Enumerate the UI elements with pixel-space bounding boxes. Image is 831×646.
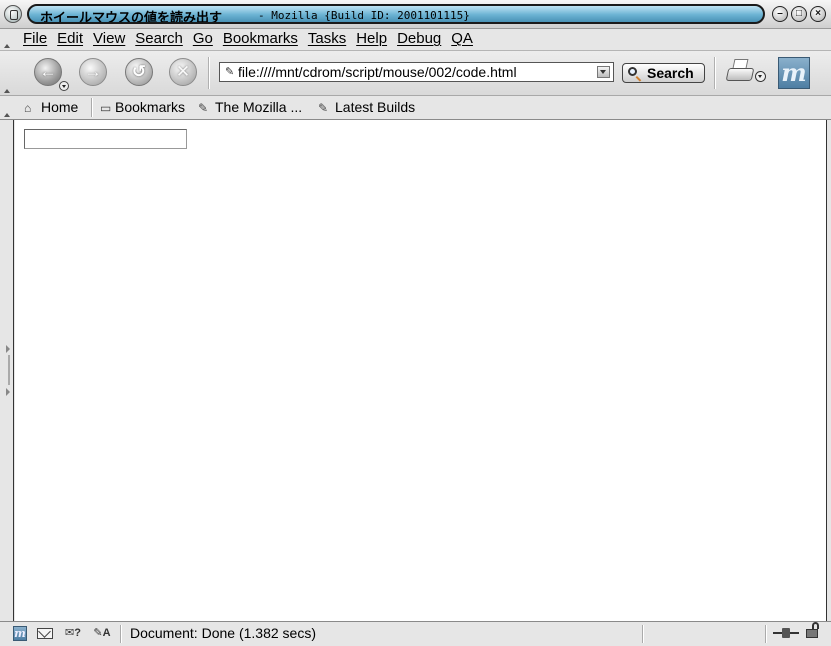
sidebar-splitter[interactable] — [0, 120, 14, 621]
menu-file[interactable]: File — [23, 30, 47, 47]
menu-view[interactable]: View — [93, 30, 125, 47]
close-icon[interactable]: × — [810, 6, 826, 22]
page-content — [15, 120, 826, 621]
menu-go[interactable]: Go — [193, 30, 213, 47]
window-right-edge — [826, 120, 831, 621]
personalbar-grip-icon[interactable] — [2, 96, 12, 119]
status-text: Document: Done (1.382 secs) — [130, 625, 316, 641]
menu-qa[interactable]: QA — [451, 30, 473, 47]
search-button-label: Search — [647, 65, 694, 81]
navigation-toolbar: ← → ↺ ✕ ✎ file:////mnt/cdrom/script/mous… — [0, 51, 831, 96]
url-history-dropdown[interactable] — [597, 66, 610, 78]
bookmarks-label: Bookmarks — [115, 99, 186, 115]
bookmark-icon: ✎ — [318, 101, 329, 115]
window-menu-icon[interactable] — [4, 5, 22, 23]
mozilla-logo-icon[interactable]: m — [778, 57, 810, 89]
menu-help[interactable]: Help — [356, 30, 387, 47]
menu-tasks[interactable]: Tasks — [308, 30, 346, 47]
text-input[interactable] — [24, 129, 187, 149]
window-title: ホイールマウスの値を読み出す — [40, 10, 223, 24]
print-dropdown[interactable] — [755, 71, 766, 82]
window-build-id: - Mozilla {Build ID: 2001101115} — [258, 9, 470, 22]
stop-icon[interactable]: ✕ — [169, 58, 197, 86]
bookmarks-button[interactable]: ▭ Bookmarks — [100, 99, 185, 115]
search-button[interactable]: Search — [622, 63, 705, 83]
menu-debug[interactable]: Debug — [397, 30, 441, 47]
toolbar-separator — [714, 57, 716, 89]
bookmark-icon: ✎ — [198, 101, 209, 115]
mozilla-link-label: The Mozilla ... — [215, 99, 303, 115]
mail-icon[interactable] — [37, 626, 53, 641]
status-bar: m ✉? ✎A Document: Done (1.382 secs) — [0, 621, 831, 646]
statusbar-separator — [642, 625, 644, 643]
home-label: Home — [41, 99, 79, 115]
page-icon[interactable]: ✎ — [225, 66, 237, 78]
maximize-icon[interactable]: □ — [791, 6, 807, 22]
navbar-grip-icon[interactable] — [2, 51, 12, 95]
personal-toolbar: ⌂ Home ▭ Bookmarks ✎ The Mozilla ... ✎ Lates… — [0, 96, 831, 120]
home-icon: ⌂ — [24, 101, 32, 115]
online-status-icon[interactable] — [773, 628, 799, 638]
reload-icon[interactable]: ↺ — [125, 58, 153, 86]
newsgroup-icon[interactable]: ✉? — [63, 626, 83, 641]
menu-search[interactable]: Search — [135, 30, 183, 47]
printer-icon[interactable] — [725, 58, 757, 84]
home-button[interactable]: ⌂ Home — [24, 99, 78, 115]
composer-icon[interactable]: ✎A — [92, 626, 112, 641]
minimize-icon[interactable]: – — [772, 6, 788, 22]
latest-builds-label: Latest Builds — [335, 99, 416, 115]
title-pill: ホイールマウスの値を読み出す - Mozilla {Build ID: 2001… — [27, 4, 765, 24]
lock-icon[interactable] — [806, 622, 819, 638]
title-bar[interactable]: ホイールマウスの値を読み出す - Mozilla {Build ID: 2001… — [0, 0, 831, 29]
statusbar-separator — [765, 625, 767, 643]
forward-arrow-icon[interactable]: → — [79, 58, 107, 86]
menubar-grip-icon[interactable] — [2, 29, 12, 50]
statusbar-separator — [120, 625, 122, 643]
folder-icon: ▭ — [100, 101, 112, 115]
mozilla-link[interactable]: ✎ The Mozilla ... — [198, 99, 302, 115]
browser-window: ホイールマウスの値を読み出す - Mozilla {Build ID: 2001… — [0, 0, 831, 646]
navigator-icon[interactable]: m — [13, 626, 27, 641]
back-history-dropdown[interactable] — [59, 81, 69, 91]
url-text[interactable]: file:////mnt/cdrom/script/mouse/002/code… — [238, 64, 517, 80]
url-bar-container: ✎ file:////mnt/cdrom/script/mouse/002/co… — [213, 59, 616, 85]
menu-bar: File Edit View Search Go Bookmarks Tasks… — [0, 29, 831, 51]
menu-edit[interactable]: Edit — [57, 30, 83, 47]
back-arrow-icon[interactable]: ← — [34, 58, 62, 86]
latest-builds-link[interactable]: ✎ Latest Builds — [318, 99, 415, 115]
search-icon — [628, 67, 637, 76]
menu-bookmarks[interactable]: Bookmarks — [223, 30, 298, 47]
personal-toolbar-separator — [91, 98, 93, 117]
url-input[interactable]: ✎ file:////mnt/cdrom/script/mouse/002/co… — [219, 62, 614, 82]
toolbar-separator — [208, 57, 210, 89]
